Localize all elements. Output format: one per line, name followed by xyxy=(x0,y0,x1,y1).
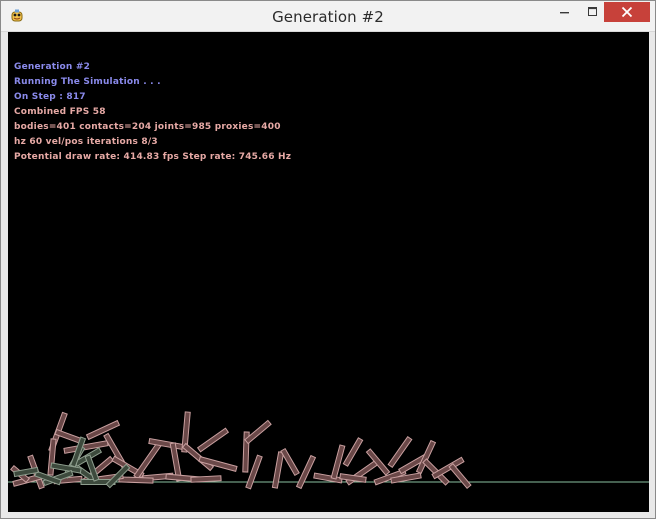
rate-readout: Potential draw rate: 414.83 fps Step rat… xyxy=(14,152,292,162)
creature-limb xyxy=(47,438,57,476)
creature-limb xyxy=(342,437,364,467)
creature-limb xyxy=(118,476,154,484)
creature-limb xyxy=(280,447,300,477)
creature-limb xyxy=(85,419,121,441)
creature-limb xyxy=(448,462,472,490)
app-window: Generation #2 Generation #2 Running The … xyxy=(0,0,656,519)
creature-limb xyxy=(196,427,230,453)
creature-limb xyxy=(313,472,343,484)
maximize-button[interactable] xyxy=(579,1,607,23)
creature-limb xyxy=(365,448,391,476)
minimize-button[interactable] xyxy=(551,1,579,23)
debug-overlay: Generation #2 Running The Simulation . .… xyxy=(14,60,291,165)
pygame-snake-icon[interactable] xyxy=(9,8,25,24)
creature-limb xyxy=(190,475,222,483)
world-counts: bodies=401 contacts=204 joints=985 proxi… xyxy=(14,122,281,132)
close-button[interactable] xyxy=(604,2,650,22)
fps-readout: Combined FPS 58 xyxy=(14,107,106,117)
creature-limb xyxy=(387,435,413,469)
step-counter: On Step : 817 xyxy=(14,92,86,102)
creature-limb xyxy=(271,451,285,489)
creature-limb xyxy=(133,440,163,480)
creature-limb xyxy=(295,454,317,490)
simulation-viewport[interactable]: Generation #2 Running The Simulation . .… xyxy=(8,32,649,512)
generation-label: Generation #2 xyxy=(14,62,91,72)
title-bar[interactable]: Generation #2 xyxy=(1,1,655,32)
status-label: Running The Simulation . . . xyxy=(14,77,161,87)
solver-iterations: hz 60 vel/pos iterations 8/3 xyxy=(14,137,158,147)
